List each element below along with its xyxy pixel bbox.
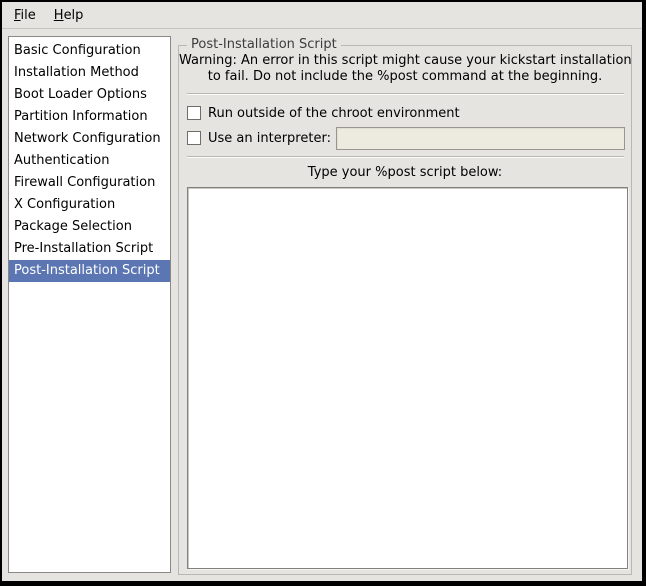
menu-file-rest: ile [21,8,36,23]
sidebar-item-basic-configuration[interactable]: Basic Configuration [9,40,170,62]
sidebar-item-package-selection[interactable]: Package Selection [9,216,170,238]
warning-line-2: to fail. Do not include the %post comman… [179,69,631,85]
menu-help[interactable]: Help [45,4,93,27]
sidebar-item-authentication[interactable]: Authentication [9,150,170,172]
sidebar-item-post-installation-script[interactable]: Post-Installation Script [9,260,170,282]
sidebar-item-firewall-configuration[interactable]: Firewall Configuration [9,172,170,194]
sidebar-item-pre-installation-script[interactable]: Pre-Installation Script [9,238,170,260]
menu-help-accel: H [54,8,64,23]
sidebar-list: Basic Configuration Installation Method … [8,36,171,573]
frame-title: Post-Installation Script [187,37,341,52]
checkbox-indicator [187,106,201,120]
interpreter-entry[interactable] [336,127,625,150]
post-script-textarea[interactable] [187,187,628,569]
menu-file[interactable]: File [5,4,45,27]
sidebar-item-partition-information[interactable]: Partition Information [9,106,170,128]
post-installation-script-frame: Post-Installation Script Warning: An err… [178,45,632,575]
sidebar-item-installation-method[interactable]: Installation Method [9,62,170,84]
app-window: File Help Basic Configuration Installati… [0,0,646,586]
sidebar-item-network-configuration[interactable]: Network Configuration [9,128,170,150]
separator [187,93,624,95]
checkbox-use-interpreter-label: Use an interpreter: [208,131,331,146]
menu-help-rest: elp [64,8,84,23]
checkbox-indicator [187,131,201,145]
warning-text: Warning: An error in this script might c… [179,53,631,85]
checkbox-use-interpreter[interactable]: Use an interpreter: [187,126,625,150]
script-area-label: Type your %post script below: [179,165,631,180]
checkbox-run-outside-chroot-label: Run outside of the chroot environment [208,106,460,121]
warning-line-1: Warning: An error in this script might c… [179,53,631,69]
sidebar-item-boot-loader-options[interactable]: Boot Loader Options [9,84,170,106]
window-content: File Help Basic Configuration Installati… [2,2,642,581]
checkbox-run-outside-chroot[interactable]: Run outside of the chroot environment [187,104,625,122]
separator [187,156,624,158]
menubar: File Help [2,2,642,29]
sidebar-item-x-configuration[interactable]: X Configuration [9,194,170,216]
